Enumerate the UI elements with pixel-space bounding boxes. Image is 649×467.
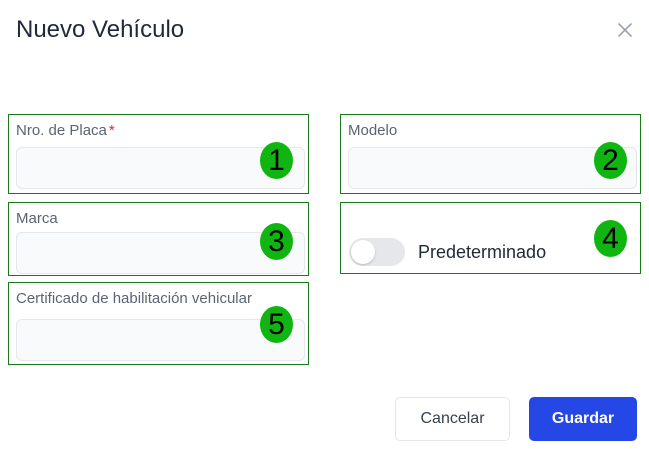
annotation-badge-2: 2: [594, 142, 627, 179]
required-mark: *: [108, 122, 115, 139]
model-input[interactable]: [348, 147, 637, 189]
plate-label-text: Nro. de Placa: [16, 122, 107, 139]
close-icon: [618, 23, 632, 37]
default-toggle[interactable]: [349, 238, 405, 266]
annotation-badge-4: 4: [594, 220, 627, 257]
default-toggle-field: Predeterminado 4: [340, 202, 641, 274]
plate-field: Nro. de Placa * 1: [8, 114, 309, 194]
certificate-field: Certificado de habilitación vehicular 5: [8, 282, 309, 365]
annotation-badge-5: 5: [260, 306, 293, 343]
annotation-badge-1: 1: [260, 142, 293, 179]
brand-field: Marca 3: [8, 202, 309, 276]
model-field-label: Modelo: [348, 122, 398, 139]
save-button[interactable]: Guardar: [529, 397, 637, 441]
toggle-knob: [351, 240, 375, 264]
annotation-badge-3: 3: [260, 223, 293, 260]
model-field: Modelo 2: [340, 114, 641, 194]
default-toggle-label: Predeterminado: [418, 242, 547, 262]
certificate-field-label: Certificado de habilitación vehicular: [16, 290, 252, 307]
plate-field-label: Nro. de Placa *: [16, 121, 115, 141]
close-button[interactable]: [611, 16, 639, 44]
cancel-button[interactable]: Cancelar: [395, 397, 510, 441]
dialog-title: Nuevo Vehículo: [16, 16, 185, 43]
brand-field-label: Marca: [16, 210, 58, 227]
